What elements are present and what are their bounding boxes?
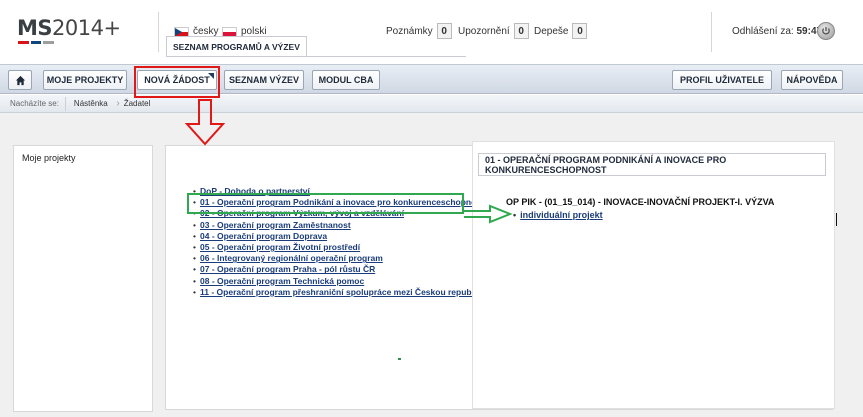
header-divider <box>158 12 159 52</box>
breadcrumb-item-applicant[interactable]: Žadatel <box>124 99 157 108</box>
dropdown-corner-icon <box>208 73 214 79</box>
individual-project-link[interactable]: individuální projekt <box>520 210 603 220</box>
program-detail-panel <box>472 141 835 409</box>
nav-help[interactable]: NÁPOVĚDA <box>781 70 843 90</box>
program-link-08[interactable]: 08 - Operační program Technická pomoc <box>200 276 364 286</box>
stray-mark <box>398 358 401 360</box>
pl-flag-icon <box>222 26 237 37</box>
notes-counter[interactable]: Poznámky 0 <box>386 23 452 39</box>
nav-cba-module[interactable]: MODUL CBA <box>312 70 380 90</box>
sidebar-item-my-projects[interactable]: Moje projekty <box>22 153 76 163</box>
program-link-04[interactable]: 04 - Operační program Doprava <box>200 231 327 241</box>
breadcrumb-divider <box>64 96 66 111</box>
text-cursor <box>836 213 837 226</box>
sidebar: Moje projekty <box>13 145 153 412</box>
program-link-02[interactable]: 02 - Operační program Výzkum, vývoj a vz… <box>200 208 404 218</box>
breadcrumb: Nacházíte se: Nástěnka Žadatel <box>0 95 863 113</box>
program-link-07[interactable]: 07 - Operační program Praha - pól růstu … <box>200 264 375 274</box>
logout-timer: Odhlášení za: 59:47 <box>732 26 823 37</box>
program-detail-title: 01 - OPERAČNÍ PROGRAM PODNIKÁNÍ A INOVAC… <box>478 153 826 176</box>
ms2014-logo[interactable]: MS2014+ <box>17 16 121 40</box>
alerts-counter[interactable]: Upozornění 0 <box>458 23 529 39</box>
program-link-06[interactable]: 06 - Integrovaný regionální operační pro… <box>200 253 383 263</box>
program-link-05[interactable]: 05 - Operační program Životní prostředí <box>200 242 360 252</box>
home-button[interactable] <box>8 70 32 90</box>
program-link-01[interactable]: 01 - Operační program Podnikání a inovac… <box>200 197 484 207</box>
call-title: OP PIK - (01_15_014) - INOVACE-INOVAČNÍ … <box>506 197 775 207</box>
breadcrumb-item-dashboard[interactable]: Nástěnka <box>74 98 120 109</box>
nav-new-application[interactable]: NOVÁ ŽÁDOST <box>137 70 217 90</box>
cz-flag-icon <box>174 26 189 37</box>
logout-power-icon[interactable] <box>817 22 835 40</box>
app-header: MS2014+ česky polski Poznámky 0 Upozorně… <box>0 0 863 64</box>
nav-calls-list[interactable]: SEZNAM VÝZEV <box>224 70 304 90</box>
logo-color-bar <box>18 41 55 44</box>
nav-my-projects[interactable]: MOJE PROJEKTY <box>43 70 127 90</box>
call-link-item: individuální projekt <box>513 210 603 220</box>
program-link-dop[interactable]: DoP - Dohoda o partnerství <box>200 186 310 196</box>
home-icon <box>15 75 25 85</box>
main-nav: MOJE PROJEKTY NOVÁ ŽÁDOST SEZNAM VÝZEV M… <box>0 64 863 94</box>
nav-user-profile[interactable]: PROFIL UŽIVATELE <box>672 70 772 90</box>
tab-underline <box>166 56 466 57</box>
program-link-03[interactable]: 03 - Operační program Zaměstnanost <box>200 220 351 230</box>
messages-counter[interactable]: Depeše 0 <box>534 23 588 39</box>
header-divider-right <box>711 12 712 52</box>
tab-programs-and-calls[interactable]: SEZNAM PROGRAMŮ A VÝZEV <box>166 36 307 56</box>
